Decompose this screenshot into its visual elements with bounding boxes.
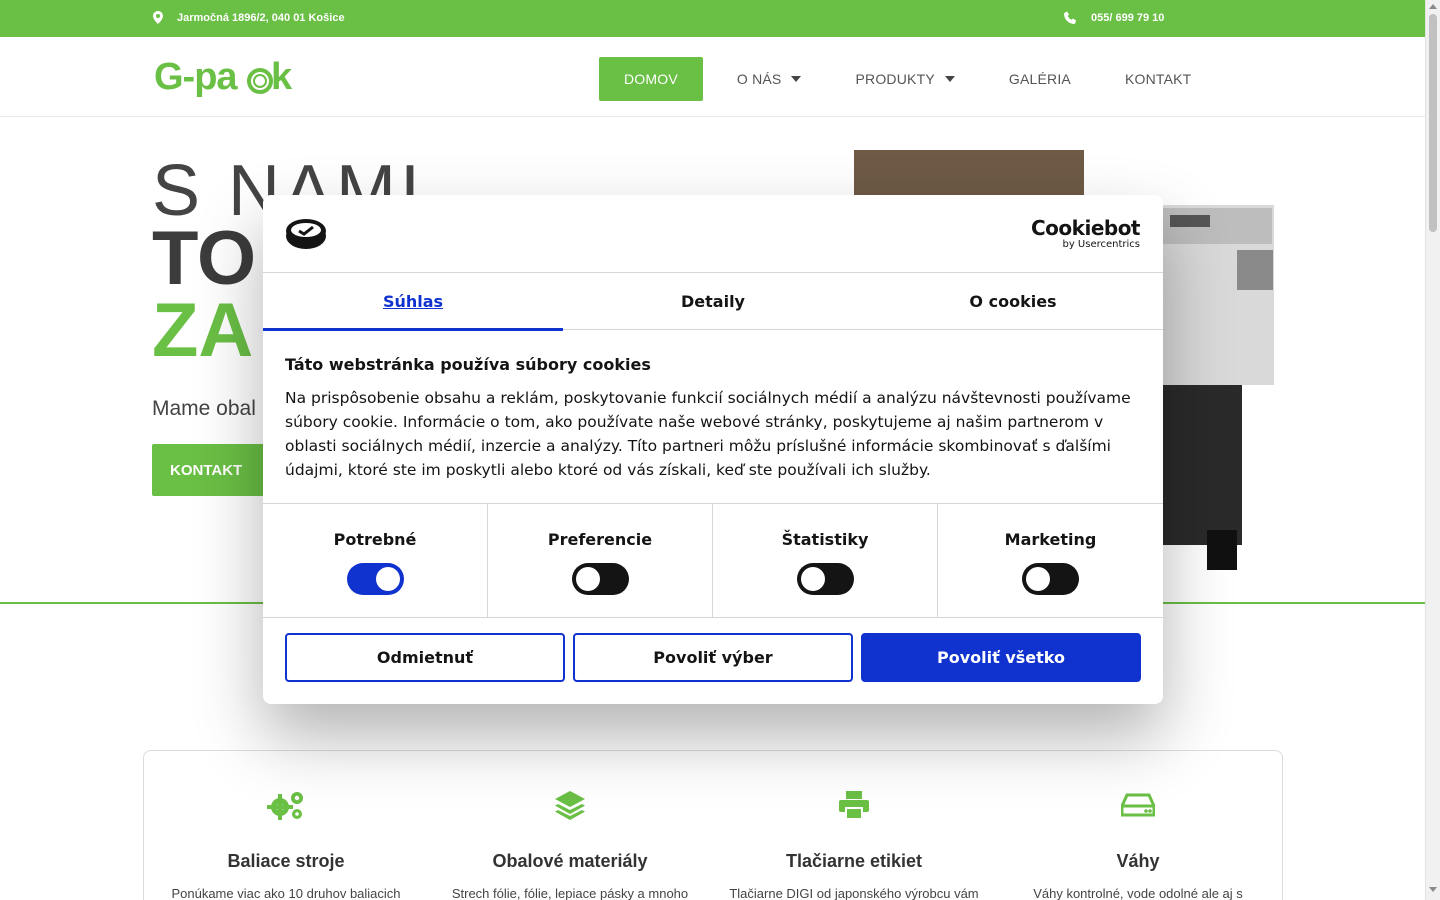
nav-domov[interactable]: DOMOV xyxy=(599,57,703,101)
nav-galeria[interactable]: GALÉRIA xyxy=(983,57,1097,101)
cookiebot-brand-name: Cookiebot xyxy=(1031,216,1141,240)
printer-icon xyxy=(712,787,996,823)
scale-icon xyxy=(996,787,1280,823)
nav-label: DOMOV xyxy=(624,71,678,87)
nav-produkty[interactable]: PRODUKTY xyxy=(829,57,980,101)
cookiebot-brand[interactable]: Cookiebot by Usercentrics xyxy=(1031,216,1141,251)
toggle-statistiky[interactable] xyxy=(796,563,854,595)
nav-label: O NÁS xyxy=(736,71,782,87)
category-label: Preferencie xyxy=(547,530,653,549)
service-desc: Strech fólie, fólie, lepiace pásky a mno… xyxy=(451,886,689,900)
svg-text:G-pa: G-pa xyxy=(154,56,238,98)
service-card[interactable]: Baliace stroje Ponúkame viac ako 10 druh… xyxy=(144,787,428,900)
category-marketing: Marketing xyxy=(938,504,1163,618)
phone-text: 055/ 699 79 10 xyxy=(1091,11,1165,24)
service-card[interactable]: Obalové materiály Strech fólie, fólie, l… xyxy=(428,787,712,900)
decline-button[interactable]: Odmietnuť xyxy=(285,633,565,682)
phone-icon xyxy=(1064,11,1077,24)
site-header: G-pa k DOMOV O NÁS PRODUKTY GALÉRIA KONT… xyxy=(0,37,1425,117)
top-info-bar: Jarmočná 1896/2, 040 01 Košice 055/ 699 … xyxy=(0,0,1425,37)
scroll-up-arrow-icon[interactable] xyxy=(1429,4,1437,9)
tab-detaily[interactable]: Detaily xyxy=(563,273,863,330)
hero-subtitle: Mame obal n xyxy=(152,397,274,420)
nav-label: GALÉRIA xyxy=(1008,71,1071,87)
toggle-knob xyxy=(375,567,400,591)
toggle-preferencie[interactable] xyxy=(571,563,629,595)
cookie-dialog-text: Na prispôsobenie obsahu a reklám, poskyt… xyxy=(285,389,1131,479)
tab-suhlas[interactable]: Súhlas xyxy=(263,273,563,331)
main-nav: DOMOV O NÁS PRODUKTY GALÉRIA KONTAKT xyxy=(599,57,1217,101)
service-card[interactable]: Tlačiarne etikiet Tlačiarne DIGI od japo… xyxy=(712,787,996,900)
cookie-dialog-header: Cookiebot by Usercentrics xyxy=(263,195,1163,273)
nav-kontakt[interactable]: KONTAKT xyxy=(1099,57,1217,101)
service-desc: Ponúkame viac ako 10 druhov baliacich xyxy=(171,886,401,900)
caret-down-icon xyxy=(944,76,955,82)
toggle-marketing[interactable] xyxy=(1022,563,1079,595)
service-title: Tlačiarne etikiet xyxy=(785,851,923,871)
nav-label: KONTAKT xyxy=(1124,71,1192,87)
allow-all-button[interactable]: Povoliť všetko xyxy=(861,633,1141,682)
caret-down-icon xyxy=(791,76,802,82)
service-title: Váhy xyxy=(1116,851,1160,871)
cookie-dialog-title: Táto webstránka používa súbory cookies xyxy=(285,355,651,374)
cookiebot-logo-icon xyxy=(285,218,327,250)
scroll-thumb[interactable] xyxy=(1429,14,1437,232)
cookie-dialog-body: Táto webstránka používa súbory cookies N… xyxy=(285,355,1145,482)
toggle-potrebne[interactable] xyxy=(346,563,404,595)
hero-heading-line3: ZA xyxy=(152,288,254,373)
layers-icon xyxy=(428,787,712,823)
svg-text:k: k xyxy=(271,56,293,98)
gears-icon xyxy=(144,787,428,823)
service-desc: Tlačiarne DIGI od japonského výrobcu vám xyxy=(729,886,979,900)
cookiebot-brand-sub: by Usercentrics xyxy=(1062,239,1140,250)
nav-label: PRODUKTY xyxy=(855,71,935,87)
category-label: Štatistiky xyxy=(781,530,869,549)
services-panel: Baliace stroje Ponúkame viac ako 10 druh… xyxy=(143,750,1283,900)
category-label: Marketing xyxy=(1004,530,1097,549)
phone-info[interactable]: 055/ 699 79 10 xyxy=(1064,11,1164,24)
category-label: Potrebné xyxy=(333,530,417,549)
address-text: Jarmočná 1896/2, 040 01 Košice xyxy=(177,11,345,24)
cookie-tabs: Súhlas Detaily O cookies xyxy=(263,273,1163,331)
tab-o-cookies[interactable]: O cookies xyxy=(863,273,1163,330)
scroll-down-arrow-icon[interactable] xyxy=(1429,887,1437,892)
address-info: Jarmočná 1896/2, 040 01 Košice xyxy=(153,11,345,24)
map-pin-icon xyxy=(153,11,163,24)
cookie-consent-dialog: Cookiebot by Usercentrics Súhlas Detaily… xyxy=(263,195,1163,704)
service-desc: Váhy kontrolné, vode odolné ale aj s xyxy=(1033,886,1243,900)
service-title: Baliace stroje xyxy=(227,851,345,871)
toggle-knob xyxy=(800,567,825,591)
gpack-logo[interactable]: G-pa k xyxy=(154,55,306,99)
toggle-knob xyxy=(575,567,600,591)
category-potrebne: Potrebné xyxy=(263,504,488,618)
category-preferencie: Preferencie xyxy=(488,504,713,618)
page: Jarmočná 1896/2, 040 01 Košice 055/ 699 … xyxy=(0,0,1440,900)
service-title: Obalové materiály xyxy=(492,851,648,871)
service-card[interactable]: Váhy Váhy kontrolné, vode odolné ale aj … xyxy=(996,787,1280,900)
page-scrollbar[interactable] xyxy=(1425,0,1440,900)
toggle-knob xyxy=(1026,567,1050,591)
cookie-categories: Potrebné Preferencie Štatistiky Marketin… xyxy=(263,503,1163,618)
cookie-buttons: Odmietnuť Povoliť výber Povoliť všetko xyxy=(285,633,1141,682)
allow-selection-button[interactable]: Povoliť výber xyxy=(573,633,853,682)
category-statistiky: Štatistiky xyxy=(713,504,938,618)
nav-o-nas[interactable]: O NÁS xyxy=(711,57,828,101)
